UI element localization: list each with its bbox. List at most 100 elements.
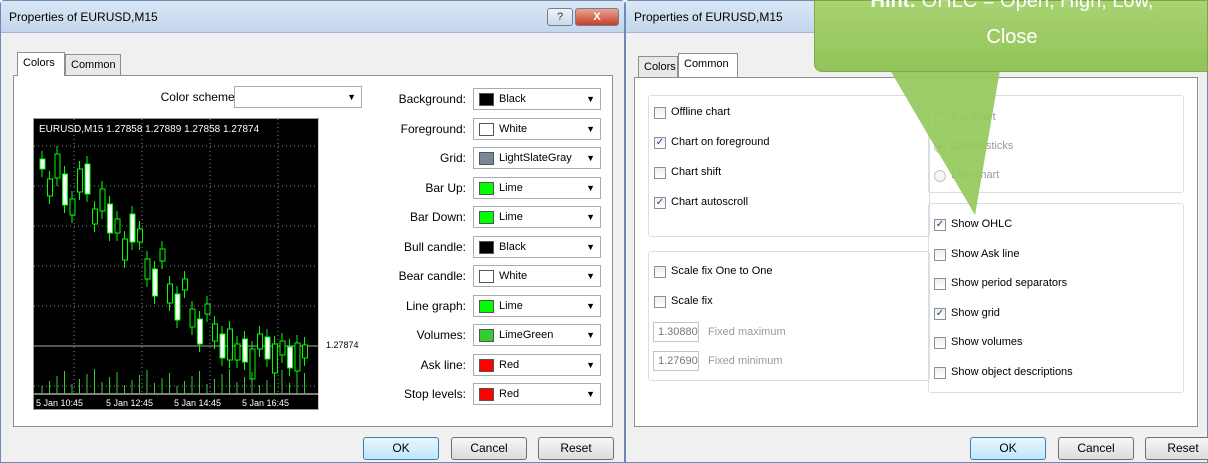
fixed-maximum-input[interactable]: 1.30880	[653, 322, 699, 342]
tab-common[interactable]: Common	[678, 53, 738, 77]
tab-colors[interactable]: Colors	[17, 52, 65, 76]
chevron-down-icon: ▼	[586, 241, 595, 252]
properties-dialog-colors: Properties of EURUSD,M15 ? X Colors Comm…	[0, 0, 625, 463]
time-label: 5 Jan 12:45	[106, 398, 154, 408]
chart-preview: EURUSD,M15 1.27858 1.27889 1.27858 1.278…	[33, 118, 360, 411]
hint-text: OHLC = Open, High, Low,	[921, 0, 1154, 12]
show-option-checkbox[interactable]: ✓	[934, 307, 946, 320]
color-select[interactable]: White ▼	[473, 265, 601, 287]
color-label: Line graph:	[405, 298, 466, 313]
color-select[interactable]: Black ▼	[473, 88, 601, 110]
cancel-button[interactable]: Cancel	[1058, 437, 1134, 460]
color-label: Bear candle:	[398, 269, 466, 283]
tab-common[interactable]: Common	[65, 54, 121, 76]
ok-button[interactable]: OK	[363, 437, 439, 460]
chevron-down-icon: ▼	[586, 182, 595, 193]
general-option-label: Chart shift	[671, 166, 722, 178]
reset-button[interactable]: Reset	[538, 437, 614, 460]
reset-button[interactable]: Reset	[1145, 437, 1208, 460]
color-select[interactable]: Lime ▼	[473, 206, 601, 228]
color-label: Foreground:	[400, 121, 466, 136]
hint-line-2: Close	[986, 26, 1038, 48]
show-option-checkbox[interactable]	[934, 366, 946, 379]
general-option-checkbox[interactable]: ✓	[654, 137, 666, 149]
price-label: 1.28470	[325, 141, 358, 151]
chevron-down-icon: ▼	[586, 153, 595, 163]
time-label: 5 Jan 10:45	[36, 398, 84, 408]
chart-type-radio[interactable]	[934, 170, 946, 182]
show-option-label: Show volumes	[951, 336, 1023, 348]
color-swatch	[479, 270, 494, 283]
close-button[interactable]: X	[575, 8, 619, 26]
preview-header: EURUSD,M15 1.27858 1.27889 1.27858 1.278…	[39, 124, 260, 135]
color-select[interactable]: LightSlateGray ▼	[473, 147, 601, 169]
chart-type-label: Line chart	[951, 169, 1000, 181]
show-option-label: Show period separators	[951, 277, 1068, 289]
color-value: Red	[499, 388, 520, 400]
color-swatch	[479, 358, 494, 372]
ok-button[interactable]: OK	[970, 437, 1046, 460]
color-value: Lime	[499, 211, 523, 223]
chart-type-radio[interactable]	[934, 112, 946, 124]
time-label: 5 Jan 16:45	[242, 398, 290, 408]
show-option-label: Show Ask line	[951, 247, 1020, 260]
color-swatch	[479, 122, 494, 136]
show-option-checkbox[interactable]	[934, 278, 946, 290]
color-value: LightSlateGray	[499, 152, 572, 164]
color-label: Grid:	[439, 151, 466, 165]
color-value: White	[499, 270, 528, 282]
color-swatch	[479, 211, 494, 224]
show-option-checkbox[interactable]	[934, 337, 946, 349]
fixed-minimum-input[interactable]: 1.27690	[653, 351, 699, 371]
help-button[interactable]: ?	[547, 8, 573, 26]
show-option-checkbox[interactable]	[934, 248, 946, 261]
scale-option-label: Scale fix One to One	[671, 265, 773, 277]
show-option-checkbox[interactable]: ✓	[934, 219, 946, 231]
chart-type-label: Bar chart	[951, 111, 996, 123]
color-select[interactable]: Black ▼	[473, 235, 601, 258]
general-option-label: Chart on foreground	[671, 136, 770, 148]
color-swatch	[479, 240, 494, 254]
color-value: Lime	[499, 299, 523, 312]
general-option-checkbox[interactable]: ✓	[654, 197, 666, 209]
common-panel	[634, 77, 1198, 427]
color-scheme-select[interactable]: ▼	[234, 86, 362, 108]
chart-type-radio[interactable]	[934, 141, 946, 153]
color-select[interactable]: White ▼	[473, 117, 601, 140]
tab-colors[interactable]: Colors	[638, 56, 678, 78]
title-bar[interactable]: Properties of EURUSD,M15 ? X	[1, 1, 624, 33]
color-value: White	[499, 122, 528, 135]
dialog-title: Properties of EURUSD,M15	[634, 10, 783, 24]
chevron-down-icon: ▼	[586, 389, 595, 399]
show-group	[928, 203, 1184, 393]
color-label: Bar Down:	[409, 210, 466, 224]
cancel-button[interactable]: Cancel	[451, 437, 527, 460]
color-select[interactable]: Red ▼	[473, 383, 601, 405]
fixed-minimum-label: Fixed minimum	[708, 355, 783, 367]
show-option-label: Show grid	[951, 306, 1000, 319]
color-value: Red	[499, 358, 520, 371]
general-option-label: Offline chart	[671, 106, 731, 118]
color-label: Background:	[398, 92, 466, 106]
color-value: Lime	[499, 181, 523, 194]
color-label: Bull candle:	[403, 239, 466, 254]
show-option-label: Show object descriptions	[951, 365, 1073, 378]
color-select[interactable]: Red ▼	[473, 353, 601, 376]
color-swatch	[479, 181, 494, 195]
hint-line-1: Hint: OHLC = Open, High, Low,	[815, 0, 1208, 13]
color-value: Black	[499, 93, 526, 105]
scale-option-checkbox[interactable]	[654, 266, 666, 278]
preview-chart-svg	[34, 119, 320, 411]
color-select[interactable]: Lime ▼	[473, 176, 601, 199]
color-label: Volumes:	[416, 328, 466, 342]
general-option-label: Chart autoscroll	[671, 196, 749, 208]
general-option-checkbox[interactable]	[654, 107, 666, 119]
color-select[interactable]: Lime ▼	[473, 294, 601, 317]
chevron-down-icon: ▼	[586, 123, 595, 134]
hint-bold: Hint:	[870, 0, 917, 12]
scale-option-checkbox[interactable]	[654, 296, 666, 308]
color-select[interactable]: LimeGreen ▼	[473, 324, 601, 346]
general-option-checkbox[interactable]	[654, 167, 666, 179]
chevron-down-icon: ▼	[586, 300, 595, 311]
show-option-label: Show OHLC	[951, 218, 1013, 230]
